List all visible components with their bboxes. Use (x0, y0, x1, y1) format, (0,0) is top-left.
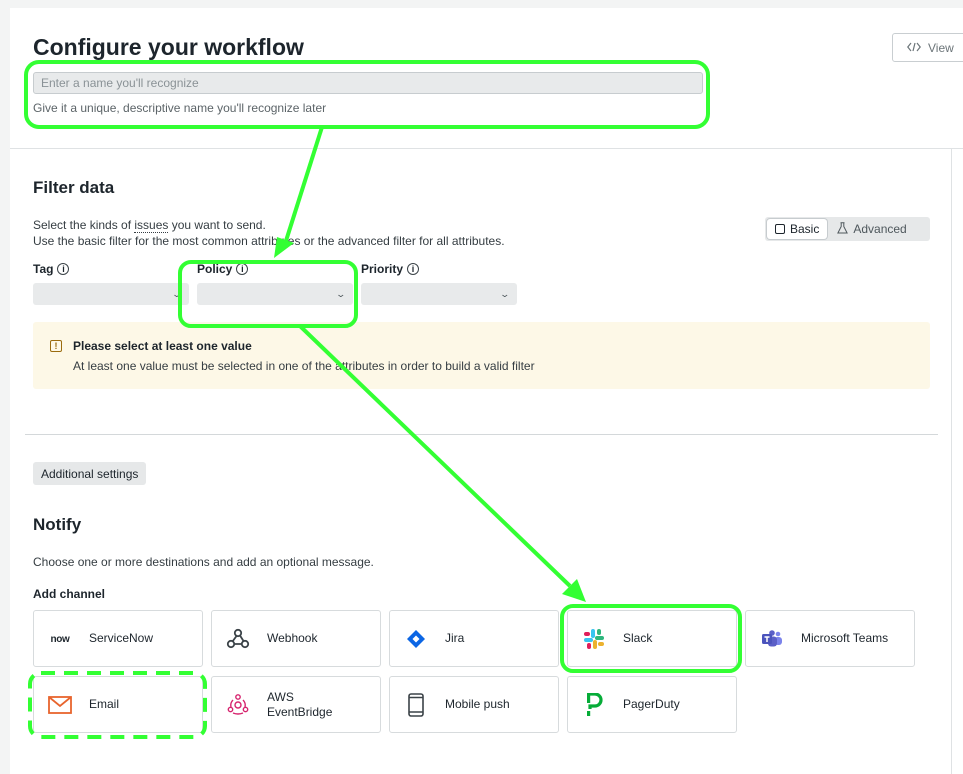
aws-eventbridge-icon (226, 693, 250, 717)
microsoft-teams-icon (760, 627, 784, 651)
info-icon[interactable]: i (57, 263, 70, 275)
tag-label: Tag i (33, 262, 70, 276)
section-divider (25, 434, 938, 435)
priority-label-text: Priority (361, 262, 404, 276)
filter-mode-toggle: Basic Advanced (765, 217, 930, 241)
jira-icon (404, 627, 428, 651)
channel-label: ServiceNow (89, 631, 154, 645)
channel-label: Jira (445, 631, 465, 645)
channel-label: PagerDuty (623, 697, 680, 711)
channel-label: Microsoft Teams (801, 631, 889, 645)
additional-settings-button[interactable]: Additional settings (33, 462, 147, 485)
code-icon (907, 41, 921, 55)
workflow-name-helper: Give it a unique, descriptive name you'l… (33, 101, 327, 115)
channel-email[interactable]: Email (33, 676, 203, 733)
pagerduty-icon (582, 693, 606, 717)
add-channel-label: Add channel (33, 587, 106, 601)
channel-slack[interactable]: Slack (567, 610, 737, 667)
channel-jira[interactable]: Jira (389, 610, 559, 667)
tag-select[interactable]: ⌄ (33, 283, 189, 305)
warning-text: At least one value must be selected in o… (73, 359, 535, 373)
notify-description: Choose one or more destinations and add … (33, 555, 374, 569)
view-code-button[interactable]: View (892, 33, 963, 62)
chevron-down-icon: ⌄ (335, 288, 347, 299)
warning-title: Please select at least one value (73, 339, 252, 353)
page-title: Configure your workflow (33, 34, 304, 60)
channel-label: Slack (623, 631, 653, 645)
channel-aws-eventbridge[interactable]: AWS EventBridge (211, 676, 381, 733)
filter-description: Select the kinds of issues you want to s… (33, 217, 505, 249)
filter-heading: Filter data (33, 178, 115, 197)
filter-warning-banner: ! Please select at least one value At le… (33, 322, 930, 389)
basic-label: Basic (790, 222, 820, 236)
section-divider (10, 148, 963, 149)
channel-servicenow[interactable]: now ServiceNow (33, 610, 203, 667)
policy-label: Policy i (197, 262, 249, 276)
basic-filter-toggle[interactable]: Basic (767, 219, 828, 239)
channel-webhook[interactable]: Webhook (211, 610, 381, 667)
advanced-filter-toggle[interactable]: Advanced (829, 219, 914, 239)
channel-label: AWS EventBridge (267, 689, 333, 719)
tag-label-text: Tag (33, 262, 54, 276)
channel-label: Webhook (267, 631, 318, 645)
priority-select[interactable]: ⌄ (361, 283, 517, 305)
filter-desc-line2: Use the basic filter for the most common… (33, 234, 505, 248)
filter-desc-prefix: Select the kinds of (33, 218, 135, 232)
channel-label: Mobile push (445, 697, 510, 711)
warning-icon: ! (50, 340, 62, 352)
servicenow-logo-icon: now (50, 633, 70, 645)
chevron-down-icon: ⌄ (499, 288, 511, 299)
notify-heading: Notify (33, 515, 82, 534)
policy-select[interactable]: ⌄ (197, 283, 353, 305)
channel-pagerduty[interactable]: PagerDuty (567, 676, 737, 733)
webhook-icon (226, 627, 250, 651)
view-code-label: View (928, 40, 954, 55)
info-icon[interactable]: i (236, 263, 249, 275)
filter-desc-suffix: you want to send. (168, 218, 266, 232)
info-icon[interactable]: i (407, 263, 420, 275)
email-icon (48, 693, 72, 717)
mobile-push-icon (404, 693, 428, 717)
workflow-name-input[interactable] (33, 72, 703, 94)
advanced-label: Advanced (853, 222, 907, 236)
channel-microsoft-teams[interactable]: Microsoft Teams (745, 610, 915, 667)
policy-label-text: Policy (197, 262, 233, 276)
workflow-panel: Configure your workflow View Give it a u… (10, 8, 963, 774)
square-icon (775, 224, 785, 234)
slack-icon (582, 627, 606, 651)
chevron-down-icon: ⌄ (171, 288, 183, 299)
priority-label: Priority i (361, 262, 420, 276)
flask-icon (837, 221, 849, 237)
channel-label: Email (89, 697, 120, 711)
issues-link[interactable]: issues (134, 218, 169, 233)
channel-mobile-push[interactable]: Mobile push (389, 676, 559, 733)
panel-divider (951, 148, 952, 774)
